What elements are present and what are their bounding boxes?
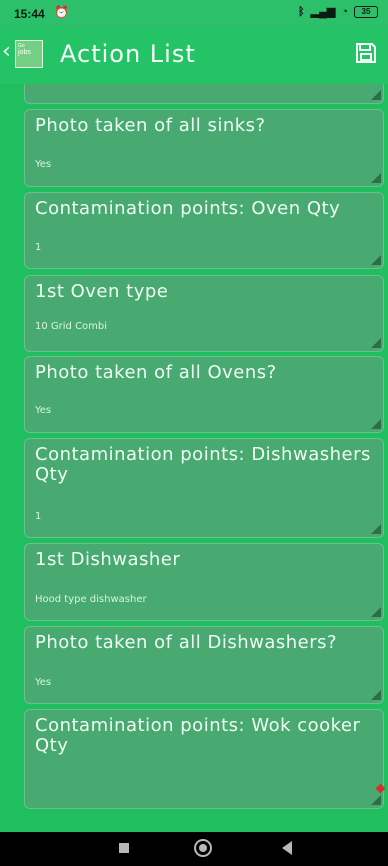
list-item[interactable]: 1st Dishwasher Hood type dishwasher	[24, 543, 384, 621]
resize-handle-icon[interactable]	[371, 690, 381, 700]
item-value[interactable]: Hood type dishwasher	[35, 594, 147, 606]
save-icon[interactable]	[355, 42, 377, 64]
item-value[interactable]: 1	[35, 242, 41, 254]
item-value[interactable]: 1	[35, 511, 41, 523]
logo-main-text: jobs	[18, 49, 31, 56]
previous-list-item[interactable]	[24, 84, 384, 104]
battery-icon: 35	[354, 5, 378, 18]
item-value[interactable]: Yes	[35, 159, 51, 171]
item-value[interactable]: 10 Grid Combi	[35, 321, 107, 333]
recent-apps-icon[interactable]	[119, 843, 129, 853]
resize-handle-icon[interactable]	[371, 173, 381, 183]
status-icons: ᛒ ▂▄▆ ◔ 35	[298, 5, 378, 18]
bluetooth-icon: ᛒ	[298, 5, 305, 18]
list-item[interactable]: Photo taken of all Dishwashers? Yes	[24, 626, 384, 704]
screen: 15:44 ⏰ ᛒ ▂▄▆ ◔ 35 ‹ Go jobs Action List…	[0, 0, 388, 866]
list-item[interactable]: Contamination points: Oven Qty 1	[24, 192, 384, 269]
item-label: Contamination points: Dishwashers Qty	[35, 444, 371, 485]
alarm-icon: ⏰	[54, 5, 69, 19]
resize-handle-icon[interactable]	[371, 419, 381, 429]
item-label: Photo taken of all sinks?	[35, 115, 266, 136]
back-icon[interactable]	[282, 841, 292, 855]
app-bar: ‹ Go jobs Action List	[0, 28, 388, 84]
list-item[interactable]: Photo taken of all Ovens? Yes	[24, 356, 384, 433]
item-label: 1st Dishwasher	[35, 549, 181, 570]
app-logo: Go jobs	[15, 40, 43, 68]
list-item[interactable]: 1st Oven type 10 Grid Combi	[24, 275, 384, 352]
item-label: Photo taken of all Ovens?	[35, 362, 277, 383]
item-value[interactable]: Yes	[35, 677, 51, 689]
item-value[interactable]: Yes	[35, 405, 51, 417]
resize-handle-icon[interactable]	[371, 795, 381, 805]
battery-level: 35	[361, 7, 371, 16]
status-bar: 15:44 ⏰ ᛒ ▂▄▆ ◔ 35	[0, 0, 388, 28]
list-item[interactable]: Contamination points: Wok cooker Qty	[24, 709, 386, 809]
resize-handle-icon[interactable]	[371, 255, 381, 265]
signal-icon: ▂▄▆	[310, 6, 336, 18]
action-list[interactable]: Photo taken of all sinks? Yes Contaminat…	[0, 84, 388, 832]
wifi-icon: ◔	[341, 5, 348, 18]
red-marker-icon	[375, 783, 386, 794]
chevron-left-icon[interactable]: ‹	[2, 41, 11, 63]
page-title: Action List	[60, 40, 196, 68]
item-label: Photo taken of all Dishwashers?	[35, 632, 338, 653]
status-time: 15:44	[14, 7, 45, 21]
home-icon[interactable]	[194, 839, 212, 857]
item-label: Contamination points: Wok cooker Qty	[35, 715, 361, 756]
resize-handle-icon[interactable]	[371, 607, 381, 617]
item-label: 1st Oven type	[35, 281, 169, 302]
resize-handle-icon[interactable]	[371, 524, 381, 534]
resize-handle-icon[interactable]	[371, 90, 381, 100]
item-label: Contamination points: Oven Qty	[35, 198, 341, 219]
resize-handle-icon[interactable]	[371, 338, 381, 348]
list-item[interactable]: Photo taken of all sinks? Yes	[24, 109, 384, 187]
list-item[interactable]: Contamination points: Dishwashers Qty 1	[24, 438, 384, 538]
android-navigation-bar	[0, 832, 388, 866]
